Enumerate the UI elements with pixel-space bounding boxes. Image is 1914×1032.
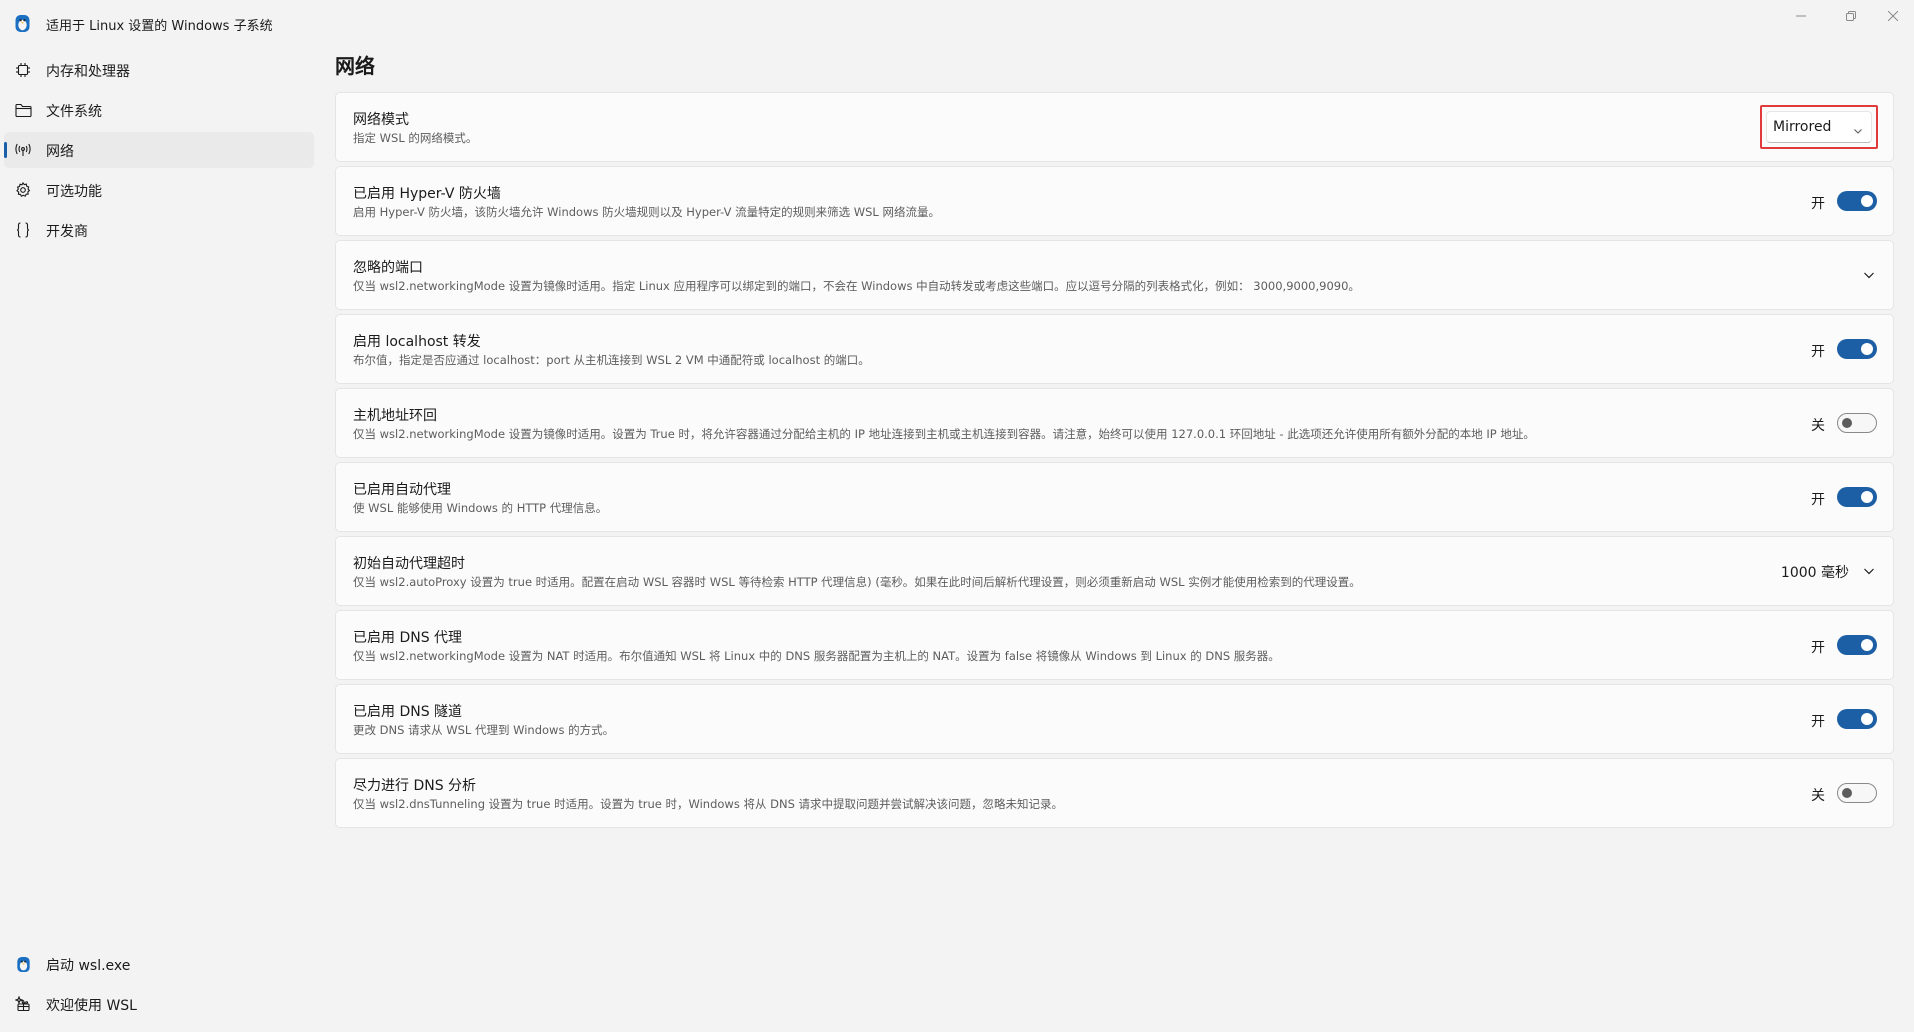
wsl-settings-window: 适用于 Linux 设置的 Windows 子系统 内存和处理器 文件系统 网络… [0,0,1914,1032]
gear-icon [14,181,32,199]
setting-dns-proxy: 已启用 DNS 代理 仅当 wsl2.networkingMode 设置为 NA… [335,610,1894,680]
toggle-knob [1861,639,1873,651]
setting-description: 使 WSL 能够使用 Windows 的 HTTP 代理信息。 [353,501,608,515]
timeout-value: 1000 毫秒 [1780,565,1849,581]
setting-description: 布尔值，指定是否应通过 localhost：port 从主机连接到 WSL 2 … [353,353,870,367]
networking-mode-dropdown[interactable]: Mirrored [1766,111,1872,143]
dropdown-value: Mirrored [1773,119,1832,135]
window-title: 适用于 Linux 设置的 Windows 子系统 [46,19,273,34]
sidebar-item-developer[interactable]: 开发商 [4,212,314,248]
setting-hyperv-firewall: 已启用 Hyper-V 防火墙 启用 Hyper-V 防火墙，该防火墙允许 Wi… [335,166,1894,236]
setting-description: 仅当 wsl2.networkingMode 设置为镜像时适用。设置为 True… [353,427,1535,441]
toggle-knob [1861,713,1873,725]
setting-description: 启用 Hyper-V 防火墙，该防火墙允许 Windows 防火墙规则以及 Hy… [353,205,940,219]
restore-button[interactable] [1828,0,1874,32]
setting-host-address-loopback: 主机地址环回 仅当 wsl2.networkingMode 设置为镜像时适用。设… [335,388,1894,458]
toggle-state-label: 开 [1811,196,1825,212]
sidebar-item-label: 文件系统 [46,104,102,120]
antenna-icon [14,141,32,159]
sparkle-icon [14,995,32,1013]
setting-title: 已启用 DNS 代理 [353,630,463,646]
sidebar-item-label: 网络 [46,144,74,160]
toggle-knob [1861,343,1873,355]
toggle-state-label: 开 [1811,714,1825,730]
hyperv-firewall-toggle[interactable] [1837,191,1877,211]
host-address-loopback-toggle[interactable] [1837,413,1877,433]
sidebar-item-label: 可选功能 [46,184,102,200]
toggle-state-label: 开 [1811,492,1825,508]
setting-description: 仅当 wsl2.autoProxy 设置为 true 时适用。配置在启动 WSL… [353,575,1361,589]
setting-auto-proxy: 已启用自动代理 使 WSL 能够使用 Windows 的 HTTP 代理信息。 … [335,462,1894,532]
close-icon [1888,11,1898,21]
expand-button[interactable] [1859,265,1879,285]
setting-title: 主机地址环回 [353,408,437,424]
minimize-button[interactable] [1778,0,1824,32]
setting-auto-proxy-timeout[interactable]: 初始自动代理超时 仅当 wsl2.autoProxy 设置为 true 时适用。… [335,536,1894,606]
sidebar-item-about[interactable]: 关于 [4,1026,314,1032]
setting-title: 已启用 Hyper-V 防火墙 [353,186,501,202]
sidebar-item-optional-features[interactable]: 可选功能 [4,172,314,208]
setting-description: 仅当 wsl2.networkingMode 设置为镜像时适用。指定 Linux… [353,279,1360,293]
sidebar-item-memory-processor[interactable]: 内存和处理器 [4,52,314,88]
toggle-knob [1861,195,1873,207]
folder-icon [14,101,32,119]
sidebar-item-label: 欢迎使用 WSL [46,998,137,1014]
toggle-state-label: 开 [1811,344,1825,360]
toggle-knob [1842,788,1852,798]
highlight-box: Mirrored [1760,105,1878,149]
close-button[interactable] [1870,0,1914,32]
setting-description: 指定 WSL 的网络模式。 [353,131,478,145]
chevron-down-icon [1853,121,1863,140]
setting-title: 尽力进行 DNS 分析 [353,778,477,794]
toggle-state-label: 开 [1811,640,1825,656]
minimize-icon [1796,11,1806,21]
expand-button[interactable] [1859,561,1879,581]
setting-description: 仅当 wsl2.networkingMode 设置为 NAT 时适用。布尔值通知… [353,649,1280,663]
toggle-state-label: 关 [1811,418,1825,434]
setting-dns-tunneling: 已启用 DNS 隧道 更改 DNS 请求从 WSL 代理到 Windows 的方… [335,684,1894,754]
dns-tunneling-toggle[interactable] [1837,709,1877,729]
sidebar-item-welcome[interactable]: 欢迎使用 WSL [4,986,314,1022]
setting-title: 已启用 DNS 隧道 [353,704,463,720]
toggle-knob [1861,491,1873,503]
chevron-down-icon [1863,562,1875,581]
toggle-knob [1842,418,1852,428]
sidebar-item-label: 内存和处理器 [46,64,130,80]
page-title: 网络 [335,54,375,78]
setting-title: 已启用自动代理 [353,482,451,498]
sidebar-item-label: 开发商 [46,224,88,240]
braces-icon [14,221,32,239]
best-effort-dns-parsing-toggle[interactable] [1837,783,1877,803]
setting-localhost-forwarding: 启用 localhost 转发 布尔值，指定是否应通过 localhost：po… [335,314,1894,384]
sidebar-item-label: 启动 wsl.exe [46,958,131,974]
setting-title: 忽略的端口 [353,260,423,276]
penguin-icon [14,955,32,973]
penguin-app-icon [14,14,31,33]
auto-proxy-toggle[interactable] [1837,487,1877,507]
setting-best-effort-dns-parsing: 尽力进行 DNS 分析 仅当 wsl2.dnsTunneling 设置为 tru… [335,758,1894,828]
dns-proxy-toggle[interactable] [1837,635,1877,655]
setting-ignored-ports[interactable]: 忽略的端口 仅当 wsl2.networkingMode 设置为镜像时适用。指定… [335,240,1894,310]
restore-icon [1846,11,1856,21]
chevron-down-icon [1863,266,1875,285]
setting-title: 初始自动代理超时 [353,556,465,572]
selection-indicator [4,142,7,158]
setting-networking-mode: 网络模式 指定 WSL 的网络模式。 Mirrored [335,92,1894,162]
sidebar-item-file-system[interactable]: 文件系统 [4,92,314,128]
localhost-forwarding-toggle[interactable] [1837,339,1877,359]
sidebar-item-launch-wsl[interactable]: 启动 wsl.exe [4,946,314,982]
chip-icon [14,61,32,79]
setting-description: 更改 DNS 请求从 WSL 代理到 Windows 的方式。 [353,723,615,737]
setting-description: 仅当 wsl2.dnsTunneling 设置为 true 时适用。设置为 tr… [353,797,1064,811]
title-bar: 适用于 Linux 设置的 Windows 子系统 [0,0,1914,48]
setting-title: 网络模式 [353,112,409,128]
sidebar-item-network[interactable]: 网络 [4,132,314,168]
setting-title: 启用 localhost 转发 [353,334,481,350]
toggle-state-label: 关 [1811,788,1825,804]
sidebar: 内存和处理器 文件系统 网络 可选功能 开发商 启动 wsl.exe 欢迎使用 … [0,52,320,1032]
